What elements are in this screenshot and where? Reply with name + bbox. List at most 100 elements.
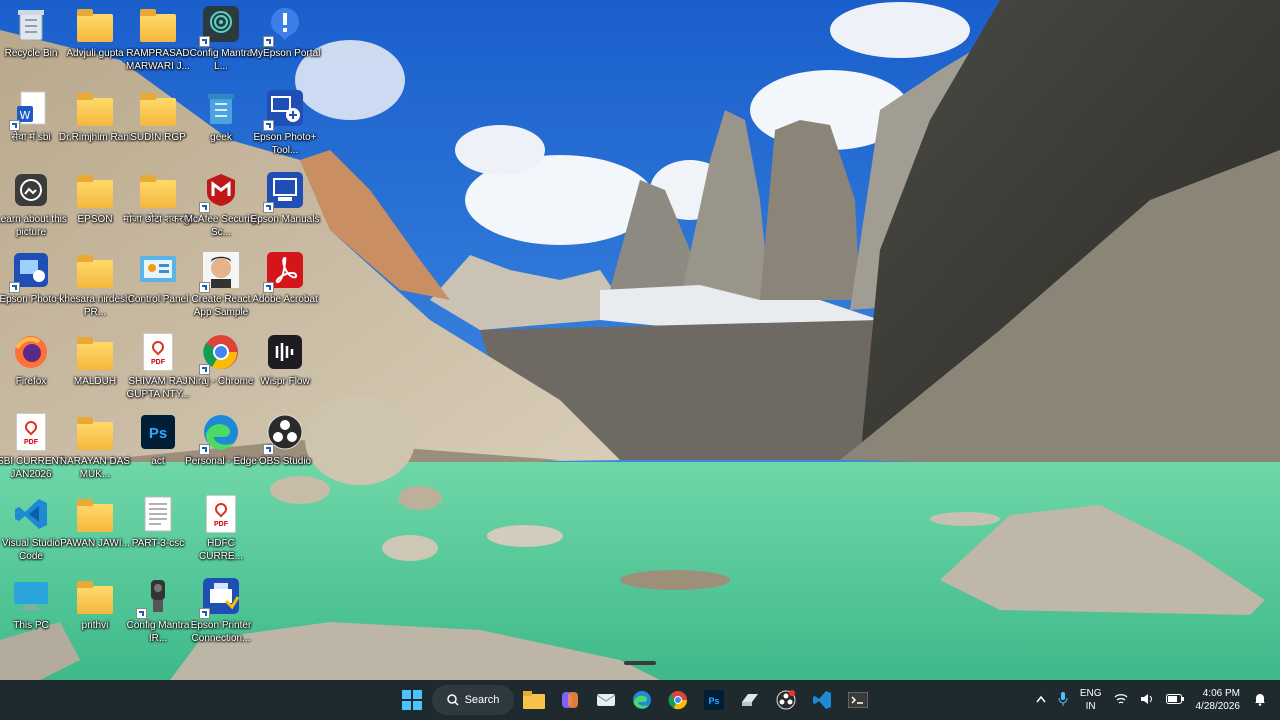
search-icon: [446, 694, 459, 706]
clock[interactable]: 4:06 PM 4/28/2026: [1196, 687, 1241, 713]
edge-icon: [633, 691, 651, 709]
control-panel-icon: [138, 250, 178, 290]
desktop-icon-malduh[interactable]: MALDUH: [64, 330, 126, 408]
desktop-icon-this-pc[interactable]: This PC: [0, 574, 62, 652]
desktop-icon-wispr-flow[interactable]: Wispr Flow: [254, 330, 316, 408]
recycle-bin-icon: [201, 88, 241, 128]
desktop-icon-act[interactable]: Ps act: [127, 410, 189, 488]
copilot-icon: [562, 692, 578, 708]
desktop-icon-label: geek: [210, 132, 232, 143]
taskbar-storage[interactable]: [734, 684, 766, 716]
chrome-icon: [668, 691, 688, 710]
language-indicator[interactable]: ENG IN: [1080, 687, 1102, 713]
desktop-icon-khesara[interactable]: khesara nirdesh PR...: [59, 248, 131, 326]
taskbar-copilot[interactable]: [554, 684, 586, 716]
avatar-icon: [199, 250, 241, 293]
desktop-icon-myepson-portal[interactable]: MyEpson Portal: [250, 2, 320, 80]
desktop-icon-epson-folder[interactable]: EPSON: [64, 168, 126, 246]
folder-icon: [138, 4, 178, 44]
desktop-icon-recycle-bin[interactable]: Recycle Bin: [0, 2, 62, 80]
desktop-icon-firefox[interactable]: Firefox: [0, 330, 62, 408]
desktop-icon-label: Config Mantra L...: [189, 48, 253, 72]
desktop-icon-adobe-acrobat[interactable]: Adobe Acrobat: [252, 248, 318, 326]
desktop-icon-obs-studio[interactable]: OBS Studio: [254, 410, 316, 488]
desktop-icon-seva-sbi[interactable]: W सेवा में sbi: [0, 86, 62, 164]
taskbar-vscode[interactable]: [806, 684, 838, 716]
taskbar-terminal[interactable]: [842, 684, 874, 716]
taskbar-obs[interactable]: [770, 684, 802, 716]
search-label: Search: [464, 694, 500, 706]
desktop-icon-rimjhim[interactable]: Dr.Rimjhim Rani: [59, 86, 131, 164]
word-doc-icon: W: [9, 88, 51, 131]
desktop-icon-label: HDFC CURRE...: [199, 538, 243, 562]
desktop-icon-epson-manuals[interactable]: Epson Manuals: [251, 168, 319, 246]
taskbar-apps: Search Ps: [396, 680, 874, 720]
taskbar-chrome[interactable]: [662, 684, 694, 716]
desktop-icon-config-mantra-l[interactable]: Config Mantra L...: [190, 2, 252, 80]
volume-icon[interactable]: [1140, 693, 1154, 708]
desktop-icon-personal-edge[interactable]: Personal - Edge: [185, 410, 257, 488]
folder-icon: [75, 170, 115, 210]
desktop-icon-sbi-current[interactable]: PDF SBI CURRENT JAN2026: [0, 410, 65, 488]
fingerprint-icon: [199, 4, 241, 47]
photoshop-icon: Ps: [704, 690, 724, 710]
clock-date: 4/28/2026: [1195, 701, 1241, 712]
wifi-icon[interactable]: [1114, 693, 1128, 708]
desktop-icon-narayan[interactable]: NARAYAN DAS MUK...: [60, 410, 130, 488]
vscode-icon: [813, 691, 831, 709]
desktop-icon-control-panel[interactable]: Control Panel: [127, 248, 189, 326]
battery-icon[interactable]: [1165, 693, 1184, 707]
desktop-icon-label: Wispr Flow: [260, 376, 310, 387]
desktop-icon-epson-printer-connection[interactable]: Epson Printer Connection...: [190, 574, 252, 652]
desktop-icon-create-react[interactable]: Create React App Sample: [190, 248, 252, 326]
desktop-icon-label: Niraj - Chrome: [188, 376, 254, 387]
desktop-icon-advjuli[interactable]: Advjuli gupta: [64, 2, 126, 80]
folder-icon: [138, 170, 178, 210]
this-pc-icon: [11, 576, 51, 616]
clock-time: 4:06 PM: [1202, 688, 1240, 699]
desktop-icon-part3[interactable]: PART-3-csc: [127, 492, 189, 570]
mail-icon: [596, 694, 616, 706]
chevron-up-icon[interactable]: [1036, 695, 1046, 706]
desktop-icon-geek[interactable]: geek: [190, 86, 252, 164]
start-button[interactable]: [396, 684, 428, 716]
storage-icon: [742, 694, 758, 706]
system-tray: ENG IN 4:06 PM 4/28/2026: [1030, 680, 1280, 720]
edge-icon: [199, 412, 241, 455]
desktop-icon-vscode[interactable]: Visual Studio Code: [0, 492, 62, 570]
taskbar-file-explorer[interactable]: [518, 684, 550, 716]
language-code: ENG: [1079, 688, 1102, 699]
desktop-icon-moja[interactable]: मोजा छोटा शकरपुर: [123, 168, 193, 246]
desktop-icon-shivam[interactable]: PDF SHIVAM RAJ GUPTA NTY...: [127, 330, 189, 408]
folder-icon: [75, 576, 115, 616]
acrobat-icon: [263, 250, 305, 293]
desktop-icon-epson-photo[interactable]: Epson Photo+: [0, 248, 63, 326]
desktop-icon-mcafee[interactable]: McAfee Security Sc...: [185, 168, 257, 246]
desktop-icon-sudin[interactable]: SUDIN RGP: [127, 86, 189, 164]
folder-icon: [138, 88, 178, 128]
desktop-icon-pawan[interactable]: PAWAN JAWI...: [60, 492, 130, 570]
desktop-icon-prithvi[interactable]: prithvi: [64, 574, 126, 652]
desktop-icon-hdfc[interactable]: PDF HDFC CURRE...: [190, 492, 252, 570]
taskbar-mail[interactable]: [590, 684, 622, 716]
desktop-icon-epson-photo-tool[interactable]: Epson Photo+ Tool...: [253, 86, 317, 164]
epson-photo-tool-icon: [263, 88, 305, 131]
taskbar-search[interactable]: Search: [432, 685, 514, 715]
taskbar-edge[interactable]: [626, 684, 658, 716]
desktop-icon-label: OBS Studio: [258, 456, 312, 467]
region-code: IN: [1085, 701, 1096, 712]
obs-icon: [263, 412, 305, 455]
epson-photo-icon: [9, 250, 51, 293]
desktop-icon-label: Adobe Acrobat: [252, 294, 318, 305]
microphone-icon[interactable]: [1058, 691, 1068, 709]
scanner-icon: [136, 576, 178, 619]
desktop-icon-niraj-chrome[interactable]: Niraj - Chrome: [188, 330, 254, 408]
svg-text:W: W: [20, 109, 31, 122]
taskbar-photoshop[interactable]: Ps: [698, 684, 730, 716]
desktop-icon-learn-picture[interactable]: Learn about this picture: [0, 168, 67, 246]
desktop-icon-config-mantra-ir[interactable]: Config Mantra IR...: [127, 574, 189, 652]
notification-bell-icon[interactable]: [1254, 692, 1266, 709]
photoshop-icon: Ps: [138, 412, 178, 452]
desktop-icon-rampasad[interactable]: RAMPRASAD MARWARI J...: [126, 2, 190, 80]
epson-manuals-icon: [263, 170, 305, 213]
